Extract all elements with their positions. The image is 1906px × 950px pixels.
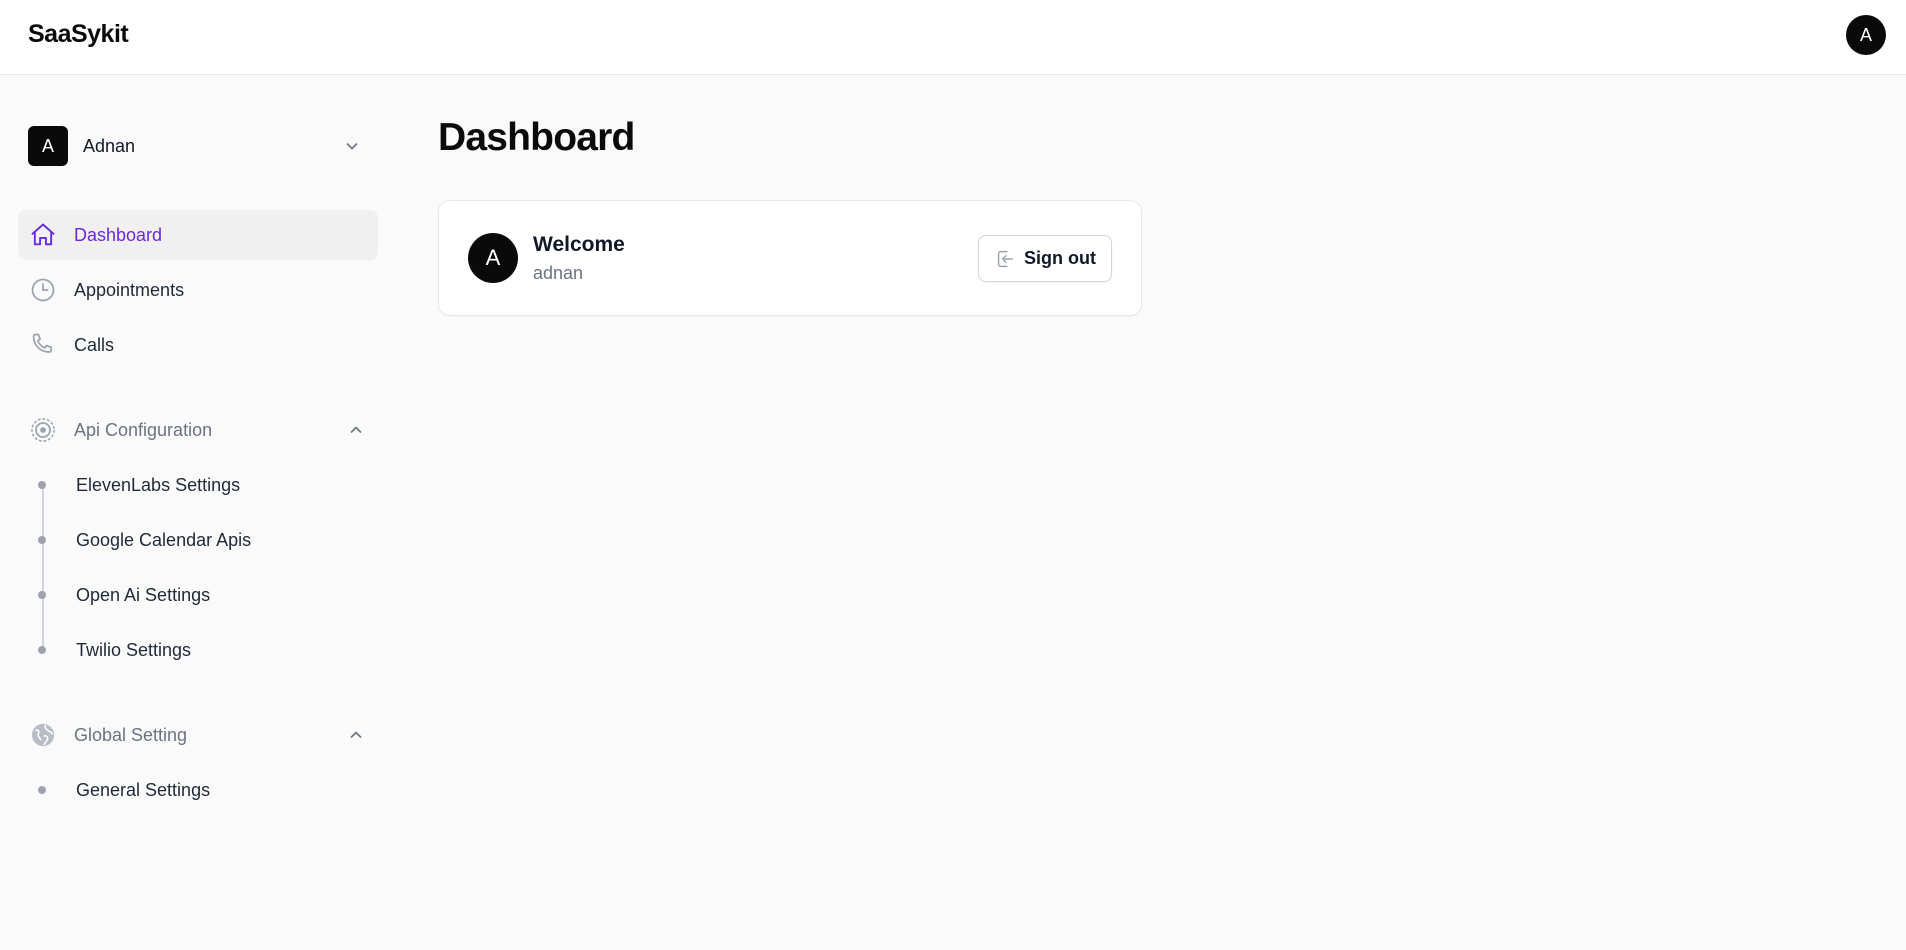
- user-menu-avatar[interactable]: A: [1846, 15, 1886, 55]
- phone-icon: [28, 330, 58, 360]
- sign-out-label: Sign out: [1024, 248, 1096, 268]
- sidebar-item-elevenlabs-settings[interactable]: ElevenLabs Settings: [18, 465, 378, 505]
- welcome-card: A Welcome adnan Sign out: [438, 200, 1142, 316]
- globe-icon: [28, 720, 58, 750]
- bullet-dot: [38, 786, 46, 794]
- avatar: A: [468, 233, 518, 283]
- sidebar-group-api-configuration[interactable]: Api Configuration: [18, 410, 378, 450]
- tenant-avatar: A: [28, 126, 68, 166]
- bullet-dot: [38, 481, 46, 489]
- sidebar-item-label: Calls: [74, 334, 115, 355]
- home-icon: [28, 220, 58, 250]
- top-navbar: SaaSykit A: [0, 0, 1906, 75]
- chevron-up-icon: [346, 725, 366, 745]
- sidebar-group-label: Global Setting: [74, 724, 188, 745]
- welcome-username: adnan: [533, 263, 584, 283]
- sidebar-item-label: Appointments: [74, 279, 185, 300]
- page-title: Dashboard: [438, 116, 635, 159]
- sidebar: A Adnan Dashboard Appointments Calls Api…: [0, 76, 390, 950]
- bullet-dot: [38, 591, 46, 599]
- sidebar-item-label: Open Ai Settings: [76, 584, 211, 605]
- sidebar-item-label: Twilio Settings: [76, 639, 192, 660]
- brand-logo[interactable]: SaaSykit: [28, 20, 129, 49]
- welcome-title: Welcome: [533, 233, 625, 256]
- sidebar-item-label: General Settings: [76, 779, 211, 800]
- chevron-down-icon: [342, 136, 362, 156]
- sidebar-item-general-settings[interactable]: General Settings: [18, 770, 378, 810]
- sign-out-button[interactable]: Sign out: [978, 235, 1112, 282]
- sidebar-item-google-calendar-apis[interactable]: Google Calendar Apis: [18, 520, 378, 560]
- sidebar-group-global-setting[interactable]: Global Setting: [18, 715, 378, 755]
- subnav-connector: [42, 485, 44, 650]
- sidebar-item-twilio-settings[interactable]: Twilio Settings: [18, 630, 378, 670]
- clock-icon: [28, 275, 58, 305]
- sidebar-item-open-ai-settings[interactable]: Open Ai Settings: [18, 575, 378, 615]
- bullet-dot: [38, 536, 46, 544]
- sidebar-item-calls[interactable]: Calls: [18, 320, 378, 370]
- cog-icon: [28, 415, 58, 445]
- tenant-name: Adnan: [83, 135, 136, 156]
- sidebar-item-appointments[interactable]: Appointments: [18, 265, 378, 315]
- tenant-switcher[interactable]: A Adnan: [28, 125, 366, 167]
- bullet-dot: [38, 646, 46, 654]
- sign-out-icon: [994, 248, 1016, 270]
- sidebar-item-label: ElevenLabs Settings: [76, 474, 241, 495]
- sidebar-item-label: Dashboard: [74, 224, 163, 245]
- chevron-up-icon: [346, 420, 366, 440]
- sidebar-item-label: Google Calendar Apis: [76, 529, 252, 550]
- sidebar-item-dashboard[interactable]: Dashboard: [18, 210, 378, 260]
- sidebar-group-label: Api Configuration: [74, 419, 213, 440]
